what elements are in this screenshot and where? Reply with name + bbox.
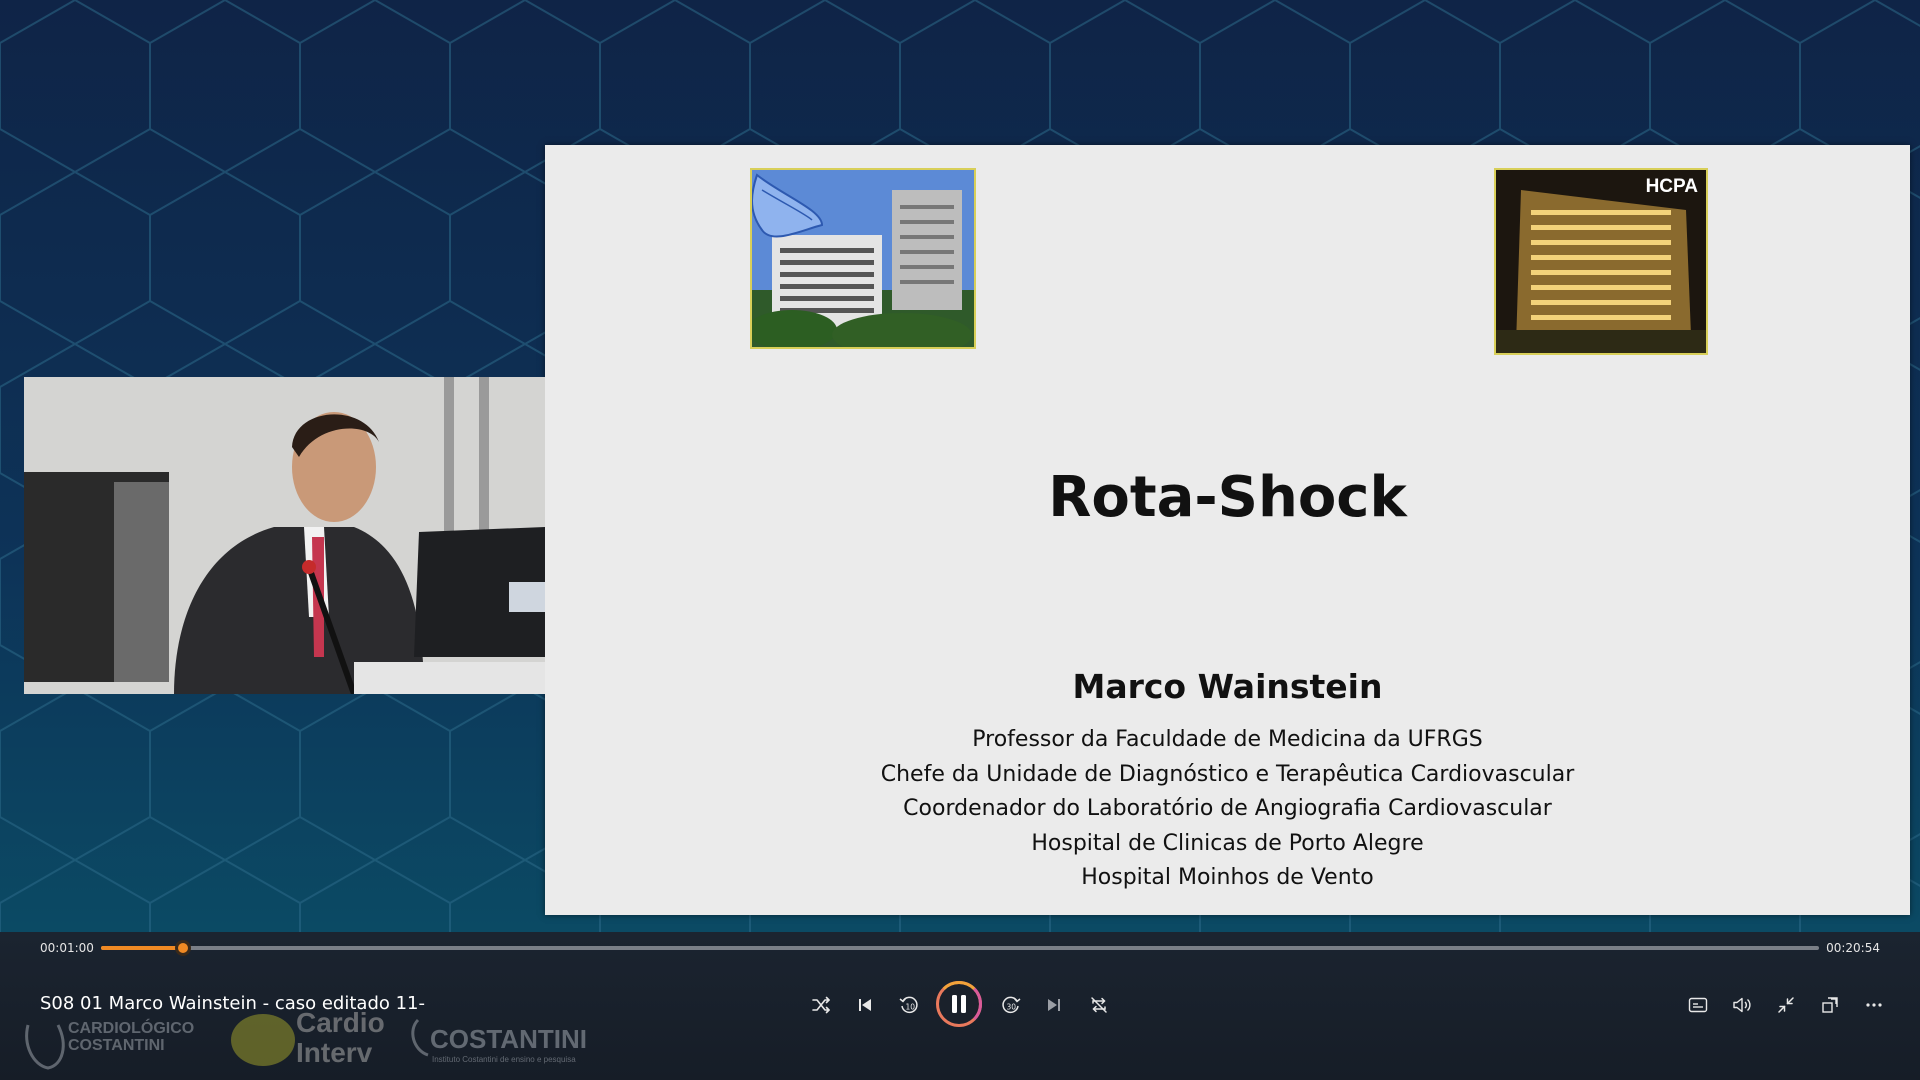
rewind-10-button[interactable]: 10 [891,987,927,1023]
skip-next-icon [1048,999,1060,1011]
rewind-seconds: 10 [906,1003,916,1012]
affiliation-line: Professor da Faculdade de Medicina da UF… [972,727,1483,752]
logo1-line1: CARDIOLÓGICO [68,1018,194,1037]
hospital-photo-right: HCPA [1494,168,1708,355]
logo2-line2: Interv [296,1037,373,1068]
mini-player-icon [1822,997,1838,1013]
costantini-cardiologico-logo: CARDIOLÓGICO COSTANTINI [25,1018,194,1070]
affiliation-line: Hospital de Clinicas de Porto Alegre [1031,830,1424,856]
shuffle-icon [812,996,830,1014]
skip-previous-icon [859,999,871,1011]
mini-player-button[interactable] [1812,987,1848,1023]
logo3-line2: Instituto Costantini de ensino e pesquis… [432,1055,576,1064]
slide-title: Rota-Shock [1048,465,1407,530]
logo1-line2: COSTANTINI [68,1037,165,1054]
presenter-name: Marco Wainstein [1072,667,1383,706]
captions-button[interactable] [1680,987,1716,1023]
total-time: 00:20:54 [1826,941,1880,955]
exit-fullscreen-button[interactable] [1768,987,1804,1023]
next-button[interactable] [1036,987,1072,1023]
rewind-10-icon: 10 [899,996,918,1014]
more-button[interactable] [1856,987,1892,1023]
affiliation-line: Coordenador do Laboratório de Angiografi… [903,796,1552,821]
repeat-off-icon [1091,997,1107,1013]
repeat-off-button[interactable] [1081,987,1117,1023]
cardio-interv-logo: Cardio Interv [231,1007,385,1068]
forward-30-icon: 30 [1002,996,1021,1014]
shuffle-button[interactable] [803,987,839,1023]
seek-bar[interactable] [101,940,1819,956]
speaker-video [24,377,545,694]
presentation-slide: HCPA Rota-Shock Marco Wainstein Professo… [545,145,1910,915]
previous-button[interactable] [847,987,883,1023]
affiliation-line: Hospital Moinhos de Vento [1081,865,1374,890]
logo3-line1: COSTANTINI [430,1024,587,1054]
current-time: 00:01:00 [40,941,94,955]
captions-icon [1688,997,1708,1013]
seek-bar-progress [101,946,184,950]
costantini-institute-logo: COSTANTINI Instituto Costantini de ensin… [411,1018,587,1064]
volume-icon [1733,997,1751,1013]
forward-30-button[interactable]: 30 [993,987,1029,1023]
pause-icon [952,995,966,1013]
hcpa-label: HCPA [1645,176,1698,197]
affiliations: Professor da Faculdade de Medicina da UF… [545,723,1910,896]
forward-seconds: 30 [1007,1003,1017,1012]
volume-button[interactable] [1724,987,1760,1023]
pause-button[interactable] [936,981,982,1027]
exit-fullscreen-icon [1778,997,1794,1013]
hospital-photo-left [750,168,976,349]
more-icon [1866,1003,1882,1007]
affiliation-line: Chefe da Unidade de Diagnóstico e Terapê… [880,761,1575,787]
video-title: S08 01 Marco Wainstein - caso editado 11… [40,993,426,1014]
